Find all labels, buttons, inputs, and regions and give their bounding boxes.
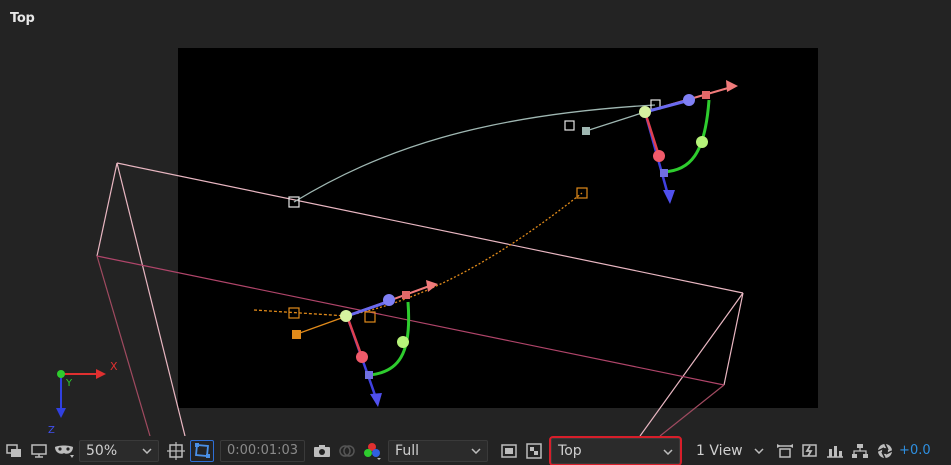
transform-gizmo-upper[interactable] [639,80,738,204]
mask-toggle-icon[interactable] [53,440,75,462]
monitor-icon[interactable] [28,440,50,462]
region-of-interest-icon[interactable] [190,439,214,462]
3d-scene-overlay: X Y Z [48,80,744,436]
timecode-display[interactable]: 0:00:01:03 [220,439,306,462]
show-snapshot-icon[interactable] [336,440,358,462]
chevron-down-icon [754,447,764,454]
timeline-icon[interactable] [824,440,846,462]
resolution-value: Full [395,442,419,459]
view-layout-dropdown[interactable]: Top [549,435,683,465]
reset-view-icon[interactable] [774,440,796,462]
composition-viewer[interactable]: Top X Y Z [0,0,951,436]
motion-path-orange [253,187,588,339]
color-channels-icon[interactable] [361,440,383,462]
axis-z-label: Z [48,425,55,436]
transform-gizmo-lower[interactable] [340,280,438,407]
chevron-down-icon [142,447,152,454]
toggle-transparency-icon[interactable] [498,440,520,462]
transparency-grid-icon[interactable] [523,440,545,462]
frustum-wireframe [96,162,744,436]
fast-preview-icon[interactable] [799,440,821,462]
axis-x-label: X [110,360,118,373]
magnification-value: 50% [86,442,118,459]
chevron-down-icon [663,448,673,455]
axis-y-label: Y [65,378,73,389]
view-count-dropdown[interactable]: 1 View [689,439,772,462]
viewer-toolbar: 50% 0:00:01:03 Full Top 1 View +0.0 [0,435,951,465]
exposure-value[interactable]: +0.0 [899,443,931,458]
view-layout-value: Top [558,442,582,459]
axis-indicator: X Y Z [48,360,118,436]
resolution-dropdown[interactable]: Full [388,439,489,462]
view-count-value: 1 View [696,442,743,459]
snapshot-icon[interactable] [311,440,333,462]
safe-zones-icon[interactable] [165,440,187,462]
motion-path-light [288,99,661,208]
always-preview-icon[interactable] [3,440,25,462]
chevron-down-icon [471,447,481,454]
flowchart-icon[interactable] [849,440,871,462]
reset-exposure-icon[interactable] [874,440,896,462]
magnification-dropdown[interactable]: 50% [79,439,159,462]
